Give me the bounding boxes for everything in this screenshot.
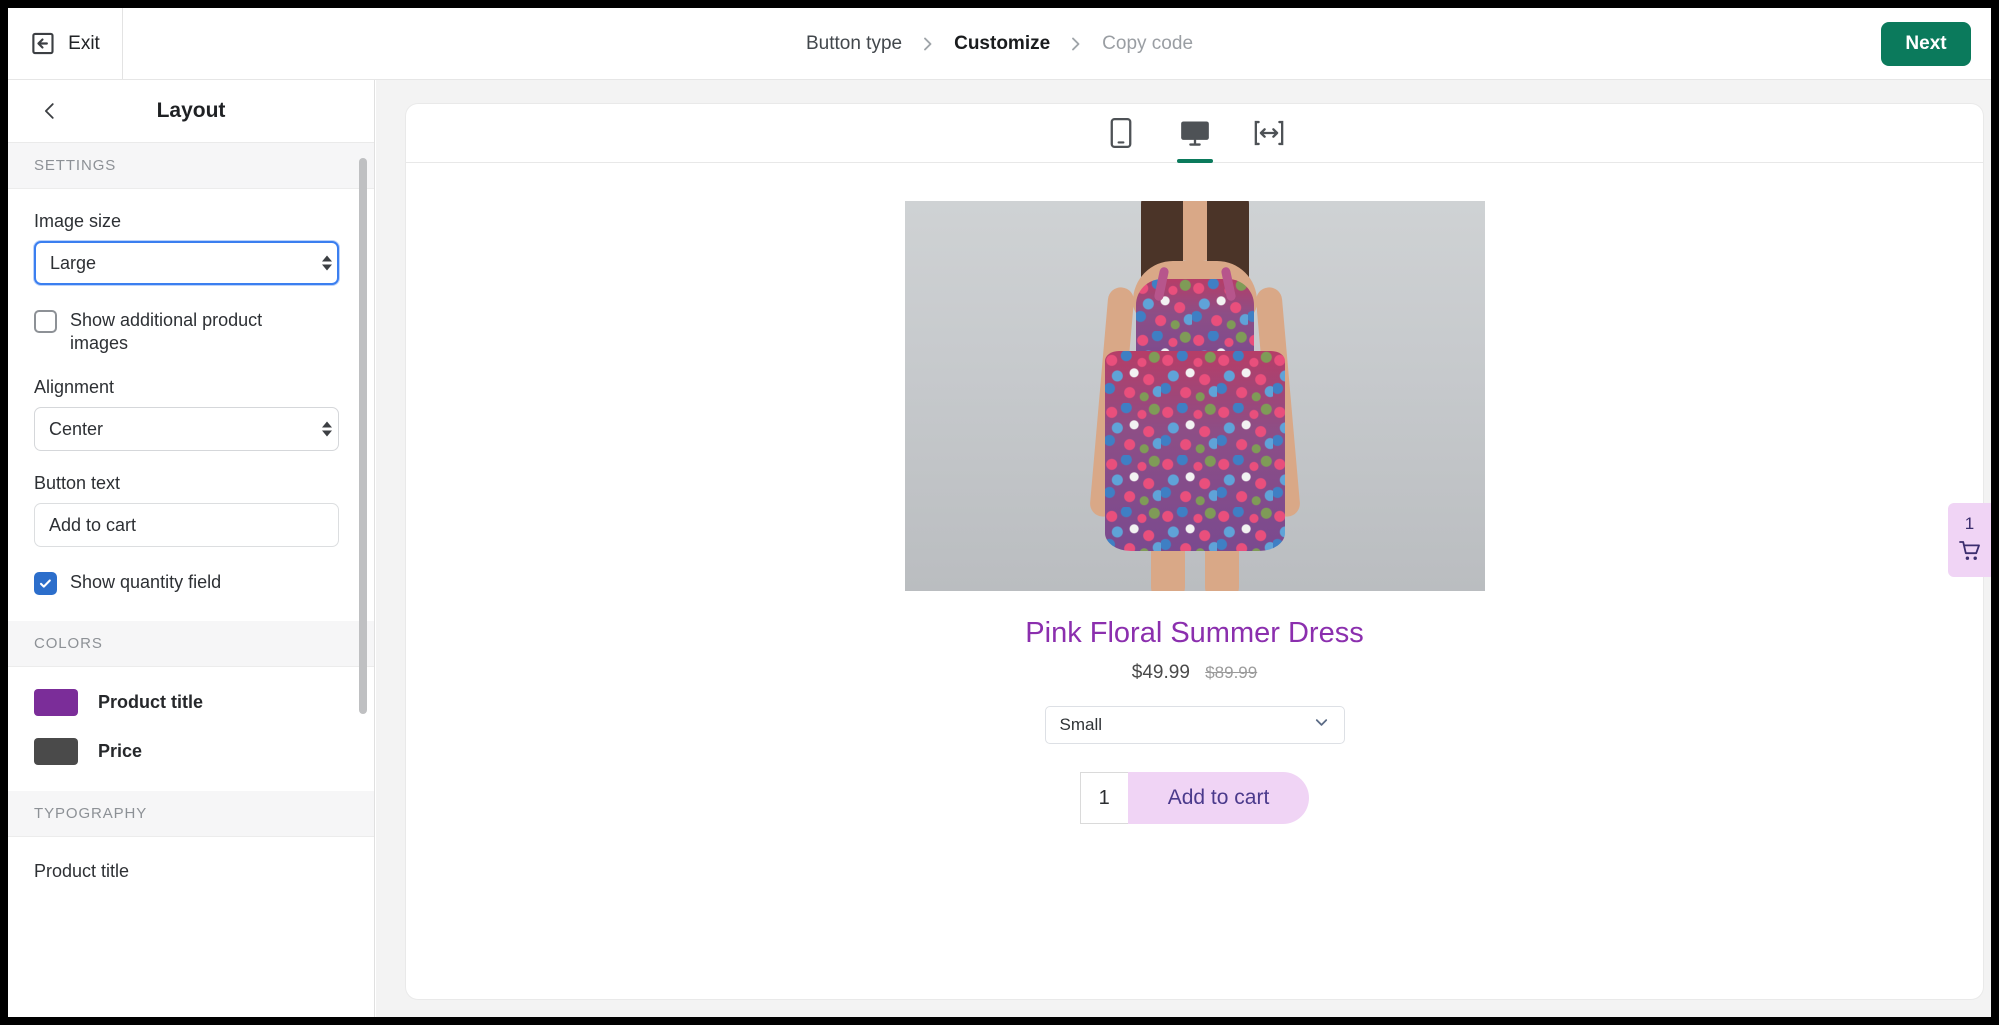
section-header-colors: COLORS <box>8 621 374 668</box>
chevron-left-icon[interactable] <box>38 99 62 123</box>
settings-section-body: Image size Large Show additional product… <box>8 189 374 622</box>
price-row: $49.99 $89.99 <box>406 662 1983 684</box>
chevron-right-icon-2 <box>1069 35 1083 53</box>
sidebar-header: Layout <box>8 80 374 143</box>
image-size-field: Image size Large <box>34 189 348 285</box>
device-full-width-button[interactable] <box>1251 111 1287 155</box>
color-row-product-title[interactable]: Product title <box>34 667 348 717</box>
product-preview: Pink Floral Summer Dress $49.99 $89.99 S… <box>406 163 1983 824</box>
exit-button[interactable]: Exit <box>8 8 123 79</box>
color-label-product-title: Product title <box>98 692 204 713</box>
alignment-field: Alignment Center <box>34 355 348 452</box>
color-swatch-price[interactable] <box>34 738 78 766</box>
show-additional-images-checkbox[interactable] <box>34 310 57 333</box>
product-title: Pink Floral Summer Dress <box>1025 617 1364 649</box>
cart-widget[interactable]: 1 <box>1948 503 1991 577</box>
product-price: $49.99 <box>1131 662 1190 683</box>
chevron-down-icon <box>1313 714 1330 736</box>
section-header-typography: TYPOGRAPHY <box>8 791 374 838</box>
add-to-cart-button[interactable]: Add to cart <box>1127 772 1310 824</box>
button-text-label: Button text <box>34 473 121 494</box>
breadcrumb-item-customize[interactable]: Customize <box>954 33 1050 55</box>
breadcrumb-item-button-type[interactable]: Button type <box>806 33 902 55</box>
typography-label-product-title: Product title <box>34 861 130 882</box>
device-toolbar <box>406 104 1983 163</box>
image-size-label: Image size <box>34 211 122 231</box>
top-bar: Exit Button type Customize Copy code Nex… <box>8 8 1991 80</box>
show-additional-images-label: Show additional product images <box>70 310 263 354</box>
variant-select[interactable]: Small <box>1044 706 1345 744</box>
button-text-input[interactable] <box>34 503 339 548</box>
shopping-cart-icon <box>1958 540 1982 567</box>
show-quantity-field-checkbox[interactable] <box>34 572 57 596</box>
color-label-price: Price <box>98 741 143 762</box>
settings-sidebar: Layout SETTINGS Image size Large Show ad… <box>8 80 375 1017</box>
color-swatch-product-title[interactable] <box>34 689 78 717</box>
sidebar-scrollbar[interactable] <box>359 158 367 714</box>
cart-count: 1 <box>1964 513 1975 533</box>
show-additional-images-checkbox-row[interactable]: Show additional product images <box>34 285 348 355</box>
section-header-settings: SETTINGS <box>8 143 374 189</box>
show-quantity-field-label: Show quantity field <box>70 572 222 593</box>
next-button[interactable]: Next <box>1881 22 1971 66</box>
exit-arrow-box-icon <box>30 30 57 57</box>
image-size-select[interactable]: Large <box>34 241 339 285</box>
alignment-value: Center <box>49 418 104 439</box>
app-window: Exit Button type Customize Copy code Nex… <box>8 8 1991 1017</box>
breadcrumb: Button type Customize Copy code <box>8 8 1991 79</box>
preview-card: Pink Floral Summer Dress $49.99 $89.99 S… <box>406 104 1983 999</box>
chevron-right-icon <box>921 35 935 53</box>
preview-area: Pink Floral Summer Dress $49.99 $89.99 S… <box>376 80 1991 1017</box>
breadcrumb-item-copy-code[interactable]: Copy code <box>1102 33 1193 55</box>
show-quantity-field-checkbox-row[interactable]: Show quantity field <box>34 547 348 621</box>
add-to-cart-row: Add to cart <box>406 772 1983 824</box>
colors-section-body: Product title Price <box>8 667 374 792</box>
alignment-label: Alignment <box>34 377 115 398</box>
product-image <box>904 201 1485 591</box>
variant-value: Small <box>1059 715 1103 734</box>
exit-label: Exit <box>68 32 100 54</box>
page-title: Layout <box>156 99 226 122</box>
quantity-input[interactable] <box>1079 772 1128 824</box>
image-size-value: Large <box>50 252 97 273</box>
device-mobile-button[interactable] <box>1103 111 1139 155</box>
button-text-field: Button text <box>34 451 348 548</box>
alignment-select[interactable]: Center <box>34 407 339 452</box>
product-compare-at-price: $89.99 <box>1205 663 1258 682</box>
typography-section-body: Product title <box>8 837 374 883</box>
color-row-price[interactable]: Price <box>34 716 348 766</box>
device-desktop-button[interactable] <box>1176 111 1213 163</box>
